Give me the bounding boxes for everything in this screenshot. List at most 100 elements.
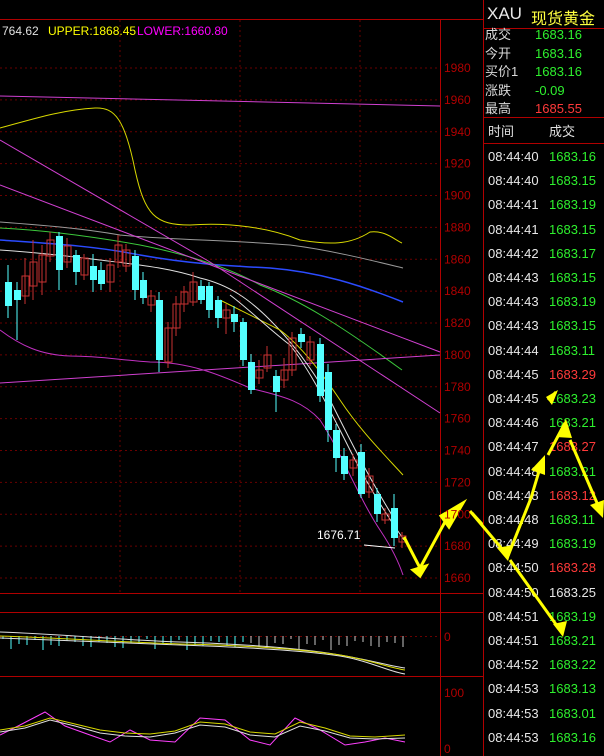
tick-price: 1683.21 (549, 633, 596, 648)
price-axis-label: 1920 (444, 157, 471, 171)
candle-up (106, 258, 115, 292)
candle-down (391, 494, 398, 546)
tick-time: 08:44:51 (488, 608, 539, 624)
magenta-line-top (0, 95, 441, 107)
candle-body (231, 314, 238, 322)
chart-area[interactable]: 1676.71 764.62 UPPER:1868.45 LOWER:1660.… (0, 0, 483, 756)
tick-row[interactable]: 08:44:46 1683.21 (483, 411, 604, 435)
tick-row[interactable]: 08:44:53 1683.16 (483, 726, 604, 750)
arrowhead-low (409, 563, 430, 579)
ticks-header-price: 成交 (549, 124, 576, 139)
tick-row[interactable]: 08:44:43 1683.15 (483, 266, 604, 290)
tick-time: 08:44:50 (488, 584, 539, 600)
tick-row[interactable]: 08:44:53 1683.13 (483, 677, 604, 701)
tick-row[interactable]: 08:44:41 1683.19 (483, 193, 604, 217)
price-axis-label: 1780 (444, 380, 471, 394)
tick-row[interactable]: 08:44:45 1683.29 (483, 363, 604, 387)
quote-label: 成交 (485, 27, 512, 42)
tick-price: 1683.16 (549, 729, 596, 745)
candle-down (231, 306, 238, 332)
tick-time: 08:44:53 (488, 705, 539, 721)
quote-label: 最高 (485, 101, 512, 116)
candle-up (349, 454, 358, 476)
candle-up (280, 358, 289, 388)
tick-row[interactable]: 08:44:50 1683.28 (483, 556, 604, 580)
tick-row[interactable]: 08:44:40 1683.15 (483, 169, 604, 193)
tick-row[interactable]: 08:44:43 1683.19 (483, 290, 604, 314)
tick-row[interactable]: 08:44:48 1683.12 (483, 484, 604, 508)
quote-value: 1683.16 (535, 45, 582, 61)
candle-up (306, 336, 315, 366)
tick-price: 1683.19 (549, 608, 596, 624)
tick-price: 1683.28 (549, 560, 596, 576)
kdj-top-label: 100 (444, 686, 464, 700)
candle-body (90, 266, 97, 280)
candle-up (122, 244, 131, 272)
candle-up (172, 296, 181, 336)
kline-chart[interactable]: 1676.71 764.62 UPPER:1868.45 LOWER:1660.… (0, 0, 483, 756)
tick-row[interactable]: 08:44:40 1683.16 (483, 145, 604, 169)
lower-label: LOWER:1660.80 (137, 24, 228, 38)
candle-body (132, 256, 139, 290)
tick-time: 08:44:43 (488, 294, 539, 310)
candle-up (255, 360, 264, 384)
candle-body (156, 300, 163, 360)
tick-price: 1683.01 (549, 705, 596, 721)
candle-down (56, 232, 63, 290)
tick-row[interactable]: 08:44:48 1683.21 (483, 460, 604, 484)
quote-label: 今开 (485, 45, 512, 61)
price-axis-label: 1840 (444, 284, 471, 298)
tick-row[interactable]: 08:44:48 1683.11 (483, 508, 604, 532)
candle-down (374, 488, 381, 522)
tick-time: 08:44:49 (488, 536, 539, 552)
tick-row[interactable]: 08:44:52 1683.22 (483, 653, 604, 677)
mid-value-label: 764.62 (2, 24, 39, 38)
candle-body (358, 452, 365, 494)
candle-down (14, 282, 21, 340)
price-axis-label: 1980 (444, 61, 471, 75)
tick-time: 08:44:43 (488, 318, 539, 334)
price-axis-label: 1740 (444, 444, 471, 458)
candle-body (140, 280, 147, 298)
candle-body (215, 300, 222, 318)
tick-row[interactable]: 08:44:51 1683.21 (483, 629, 604, 653)
tick-row[interactable]: 08:44:42 1683.17 (483, 242, 604, 266)
chart-grid (0, 19, 483, 756)
tick-time: 08:44:47 (488, 439, 539, 455)
quote-row: 最高 1685.55 (485, 100, 604, 118)
tick-row[interactable]: 08:44:47 1683.27 (483, 435, 604, 459)
ticks-header-time: 时间 (488, 124, 515, 139)
candle-up (147, 290, 156, 312)
price-axis-label: 1820 (444, 316, 471, 330)
candle-up (263, 346, 272, 372)
tick-row[interactable]: 08:44:43 1683.15 (483, 314, 604, 338)
tick-time: 08:44:53 (488, 681, 539, 697)
tick-row[interactable]: 08:44:41 1683.15 (483, 218, 604, 242)
price-axis-label: 1720 (444, 475, 471, 489)
quote-value: 1683.16 (535, 64, 582, 79)
candle-body (325, 372, 332, 430)
candle-up (164, 322, 173, 368)
candle-up (63, 238, 72, 268)
quote-panel: XAU 现货黄金 成交 1683.16 今开 1683.16 买价1 1683.16 涨跌 -… (483, 0, 604, 756)
tick-price: 1683.16 (549, 149, 596, 164)
tick-price: 1683.13 (549, 681, 596, 697)
tick-price: 1683.25 (549, 584, 596, 600)
tick-price: 1683.21 (549, 463, 596, 479)
candle-up (21, 258, 30, 304)
tick-time: 08:44:53 (488, 729, 539, 745)
tick-row[interactable]: 08:44:44 1683.11 (483, 339, 604, 363)
tick-row[interactable]: 08:44:50 1683.25 (483, 581, 604, 605)
tick-time: 08:44:45 (488, 366, 539, 382)
candle-down (98, 262, 105, 290)
tick-row[interactable]: 08:44:49 1683.19 (483, 532, 604, 556)
tick-row[interactable]: 08:44:45 1683.23 (483, 387, 604, 411)
candle-down (248, 354, 255, 394)
candle-body (206, 286, 213, 310)
price-axis-label: 1960 (444, 93, 471, 107)
tick-row[interactable]: 08:44:53 1683.01 (483, 702, 604, 726)
price-axis-label: 1900 (444, 189, 471, 203)
candle-down (341, 448, 348, 480)
tick-row[interactable]: 08:44:51 1683.19 (483, 605, 604, 629)
candle-down (358, 444, 365, 498)
